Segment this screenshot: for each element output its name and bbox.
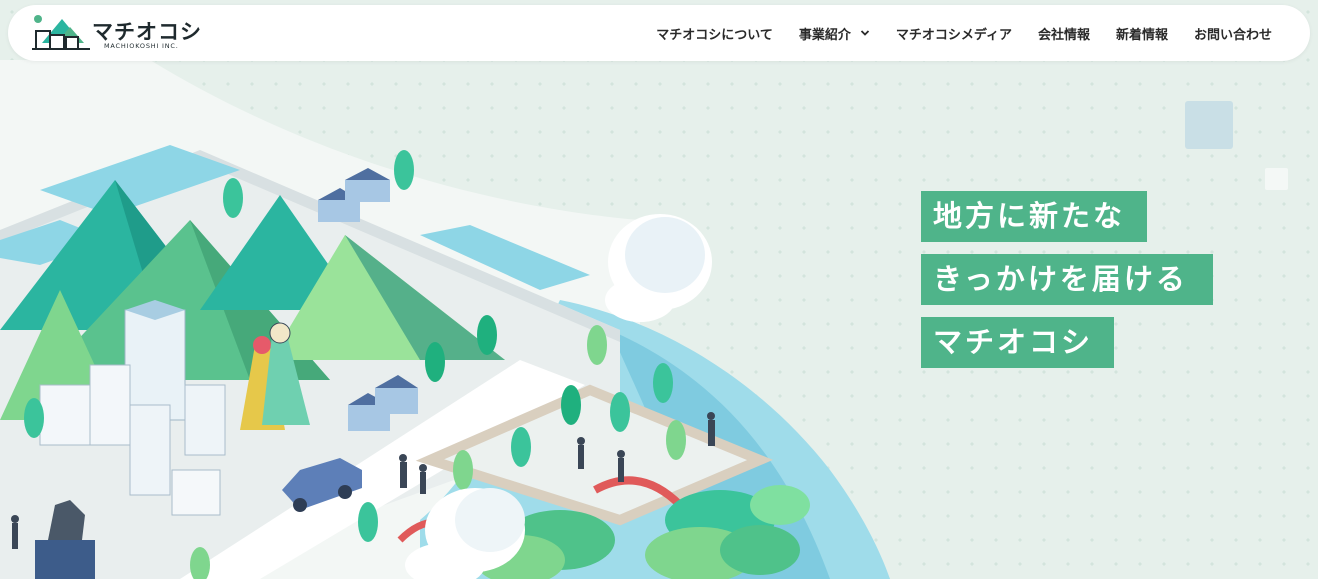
- brand-subtitle: MACHIOKOSHI INC.: [104, 42, 179, 50]
- nav-item-label: 会社情報: [1037, 27, 1090, 43]
- chevron-down-icon: [860, 30, 869, 36]
- nav-item-news[interactable]: 新着情報: [1116, 24, 1168, 43]
- main-nav: マチオコシについて 事業紹介 マチオコシメディア 会社情報 新着情報 お問い合わ…: [656, 5, 1272, 61]
- nav-item-label: 事業紹介: [798, 27, 851, 43]
- site-header: マチオコシ MACHIOKOSHI INC. マチオコシについて 事業紹介 マチ…: [8, 5, 1310, 61]
- building: [39, 384, 91, 446]
- nav-item-label: お問い合わせ: [1193, 27, 1272, 43]
- nav-item-about[interactable]: マチオコシについて: [656, 24, 773, 43]
- building: [184, 384, 226, 456]
- car-wheel: [293, 498, 307, 512]
- statue-base: [35, 540, 95, 579]
- building: [171, 469, 221, 516]
- nav-item-company[interactable]: 会社情報: [1038, 24, 1090, 43]
- town-logo-icon: [32, 15, 90, 50]
- nav-item-services[interactable]: 事業紹介: [799, 24, 870, 43]
- house: [318, 200, 360, 222]
- house: [375, 388, 418, 414]
- nav-item-label: 新着情報: [1115, 27, 1168, 43]
- nav-item-contact[interactable]: お問い合わせ: [1194, 24, 1272, 43]
- festival-ball: [253, 336, 271, 354]
- building: [89, 364, 131, 446]
- nav-item-label: マチオコシについて: [656, 27, 773, 43]
- building: [129, 404, 171, 496]
- site-logo[interactable]: マチオコシ MACHIOKOSHI INC.: [32, 13, 201, 55]
- building: [124, 309, 186, 421]
- festival-ball: [269, 322, 291, 344]
- nav-item-label: マチオコシメディア: [895, 27, 1012, 43]
- car-wheel: [338, 485, 352, 499]
- cloud: [605, 214, 712, 322]
- hero-line-1: 地方に新たな: [921, 191, 1147, 242]
- decorative-square: [1185, 101, 1233, 149]
- hero-line-3: マチオコシ: [921, 317, 1114, 368]
- nav-item-media[interactable]: マチオコシメディア: [896, 24, 1012, 43]
- hero-line-2: きっかけを届ける: [921, 254, 1213, 305]
- house: [345, 180, 390, 202]
- decorative-square: [1265, 168, 1288, 190]
